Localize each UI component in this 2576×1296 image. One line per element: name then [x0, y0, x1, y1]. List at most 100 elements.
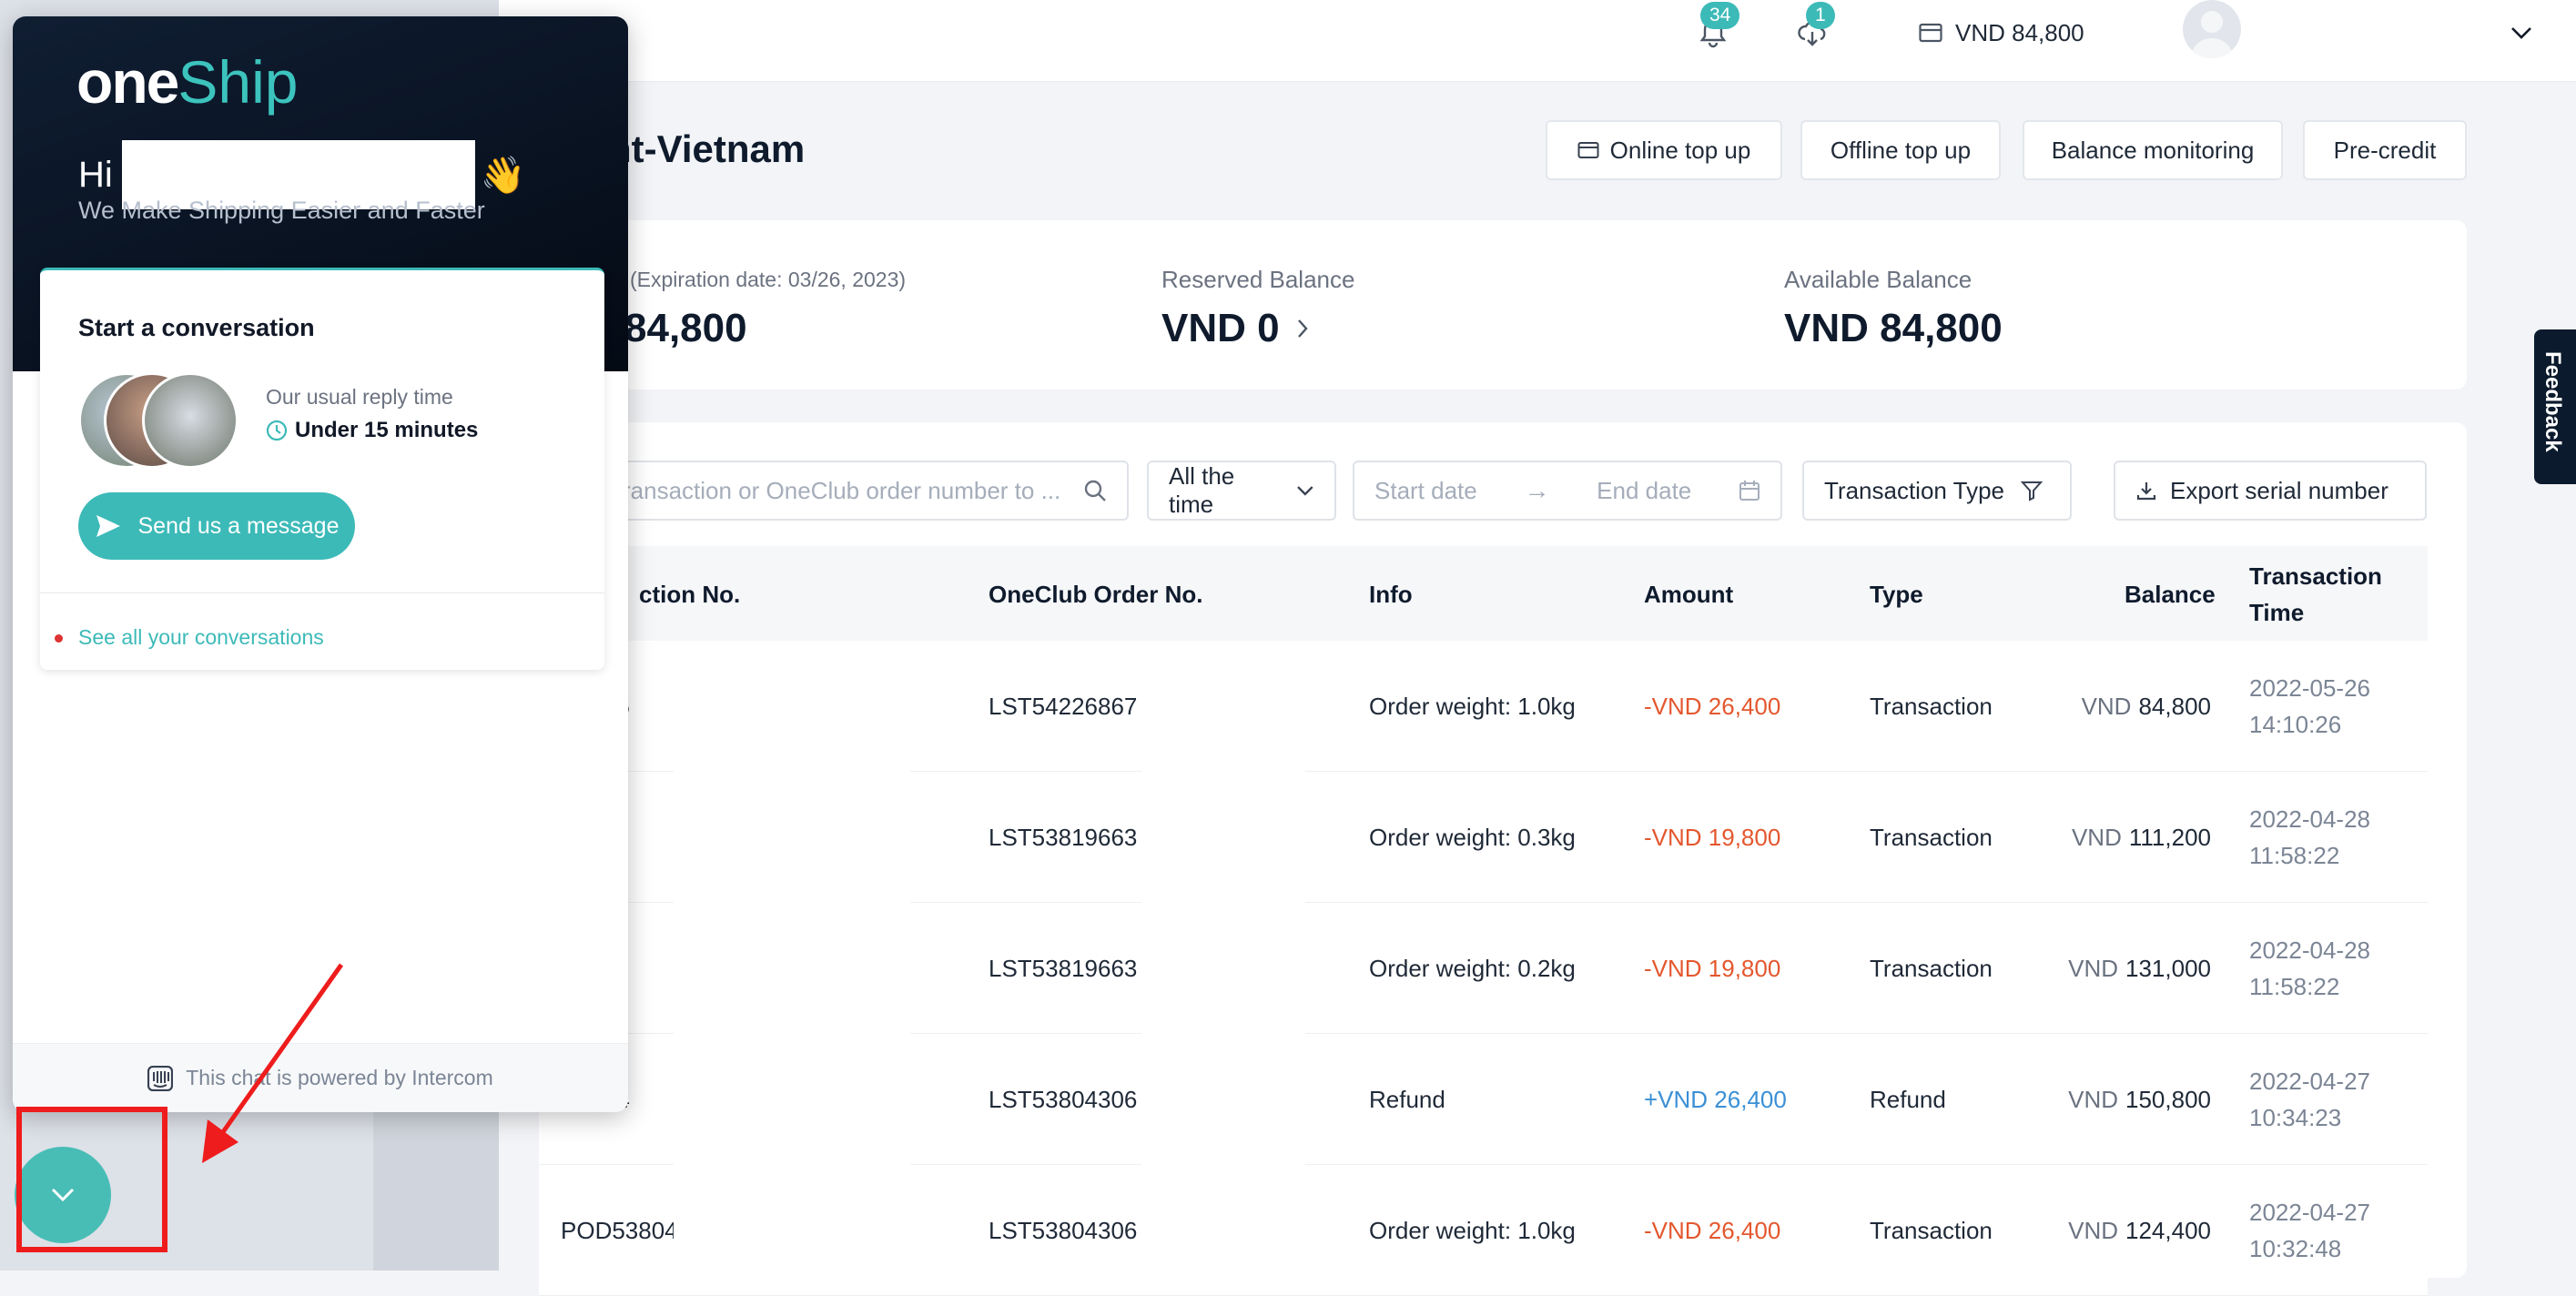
- clock-icon: [266, 420, 288, 441]
- currency: VND: [2081, 692, 2132, 720]
- time-range-value: All the time: [1169, 462, 1235, 518]
- balance-amount: 131,000: [2125, 954, 2211, 982]
- tagline: We Make Shipping Easier and Faster: [78, 197, 485, 224]
- balance-monitoring-label: Balance monitoring: [2051, 136, 2255, 164]
- currency: VND: [2068, 1216, 2119, 1244]
- wallet-icon: [1919, 23, 1942, 43]
- time: 10:32:48: [2249, 1235, 2342, 1262]
- col-info: Info: [1369, 581, 1413, 608]
- date: 2022-04-28: [2249, 805, 2370, 833]
- type: Transaction: [1870, 692, 1993, 720]
- wallet-balance[interactable]: VND 84,800: [1919, 0, 2084, 66]
- notifications-badge: 34: [1700, 2, 1740, 29]
- info: Order weight: 1.0kg: [1369, 692, 1576, 720]
- order-no: LST53804306: [989, 1216, 1138, 1244]
- currency: VND: [2068, 954, 2119, 982]
- amount: -VND 26,400: [1644, 1216, 1781, 1244]
- online-top-up-button[interactable]: Online top up: [1546, 120, 1782, 180]
- table-header: ction No. OneClub Order No. Info Amount …: [539, 546, 2428, 641]
- transaction-time: 2022-04-27 10:32:48: [2249, 1165, 2370, 1296]
- info: Order weight: 1.0kg: [1369, 1216, 1576, 1244]
- see-all-conversations-link[interactable]: See all your conversations: [78, 625, 324, 650]
- annotation-highlight-box: [16, 1107, 167, 1252]
- greeting-text: Hi: [78, 154, 113, 195]
- transaction-no: POD53804: [561, 1216, 678, 1244]
- user-avatar[interactable]: [2183, 0, 2241, 58]
- balance: VND 131,000: [2068, 903, 2211, 1034]
- reply-time: Under 15 minutes: [266, 418, 478, 443]
- reserved-balance-value: VND 0: [1161, 306, 1280, 350]
- search-input[interactable]: ransaction or OneClub order number to ..…: [601, 461, 1129, 521]
- account-menu-toggle[interactable]: [2510, 0, 2532, 66]
- wallet-balance-text: VND 84,800: [1955, 18, 2084, 46]
- type: Transaction: [1870, 1216, 1993, 1244]
- balance-amount: 124,400: [2125, 1216, 2211, 1244]
- divider: [40, 592, 604, 593]
- amount: -VND 26,400: [1644, 692, 1781, 720]
- feedback-tab[interactable]: Feedback: [2534, 329, 2576, 484]
- col-type: Type: [1870, 581, 1923, 608]
- transaction-time: 2022-04-27 10:34:23: [2249, 1034, 2370, 1165]
- transaction-time: 2022-05-26 14:10:26: [2249, 641, 2370, 772]
- type: Refund: [1870, 1085, 1946, 1113]
- start-conversation-card: Start a conversation Our usual reply tim…: [40, 268, 604, 670]
- type: Transaction: [1870, 823, 1993, 851]
- filter-icon: [2021, 481, 2043, 501]
- order-no: LST54226867: [989, 692, 1138, 720]
- calendar-icon: [1739, 481, 1760, 501]
- current-balance-value: 84,800: [624, 306, 747, 350]
- redaction-mask: [674, 701, 910, 1265]
- transaction-time: 2022-04-28 11:58:22: [2249, 772, 2370, 903]
- balance: VND 111,200: [2072, 772, 2211, 903]
- balance-amount: 111,200: [2128, 823, 2211, 851]
- chevron-right-icon: [1297, 319, 1308, 338]
- col-transaction-time-line2: Time: [2249, 599, 2305, 626]
- oneship-logo: oneShip: [76, 47, 298, 116]
- redaction-mask: [1141, 673, 1305, 1274]
- card-icon: [1577, 142, 1599, 158]
- order-no: LST53819663: [989, 954, 1138, 982]
- export-serial-number-button[interactable]: Export serial number: [2114, 461, 2427, 521]
- available-balance-value: VND 84,800: [1784, 306, 2003, 350]
- downloads-badge: 1: [1806, 2, 1835, 29]
- currency: VND: [2071, 823, 2122, 851]
- info: Order weight: 0.2kg: [1369, 954, 1576, 982]
- offline-top-up-button[interactable]: Offline top up: [1800, 120, 2001, 180]
- chevron-down-icon: [2511, 27, 2531, 39]
- send-icon: [96, 515, 120, 537]
- info: Order weight: 0.3kg: [1369, 823, 1576, 851]
- online-top-up-label: Online top up: [1609, 136, 1751, 164]
- info: Refund: [1369, 1085, 1445, 1113]
- team-avatar: [142, 372, 238, 469]
- time-range-select[interactable]: All the time: [1147, 461, 1336, 521]
- reply-time-label: Our usual reply time: [266, 385, 453, 409]
- send-message-button[interactable]: Send us a message: [78, 492, 355, 560]
- pre-credit-button[interactable]: Pre-credit: [2303, 120, 2467, 180]
- time: 11:58:22: [2249, 973, 2340, 1000]
- pre-credit-label: Pre-credit: [2333, 136, 2437, 164]
- logo-one: one: [76, 48, 179, 116]
- balance-monitoring-button[interactable]: Balance monitoring: [2023, 120, 2283, 180]
- export-label: Export serial number: [2170, 476, 2388, 504]
- date-range-picker[interactable]: Start date → End date: [1353, 461, 1782, 521]
- send-message-label: Send us a message: [137, 512, 340, 539]
- start-date-placeholder: Start date: [1374, 476, 1477, 504]
- conversation-title: Start a conversation: [78, 314, 315, 341]
- balance: VND 124,400: [2068, 1165, 2211, 1296]
- feedback-label: Feedback: [2541, 351, 2565, 452]
- amount: -VND 19,800: [1644, 954, 1781, 982]
- transaction-type-label: Transaction Type: [1824, 476, 2004, 504]
- balance-amount: 84,800: [2138, 692, 2211, 720]
- col-transaction-no: ction No.: [639, 581, 741, 608]
- order-no: LST53819663: [989, 823, 1138, 851]
- order-no: LST53804306: [989, 1085, 1138, 1113]
- transaction-type-filter[interactable]: Transaction Type: [1802, 461, 2072, 521]
- time: 10:34:23: [2249, 1104, 2342, 1131]
- date: 2022-04-27: [2249, 1199, 2370, 1226]
- available-balance-label: Available Balance: [1784, 266, 1973, 293]
- type: Transaction: [1870, 954, 1993, 982]
- amount: +VND 26,400: [1644, 1085, 1787, 1113]
- search-icon: [1084, 480, 1106, 501]
- date: 2022-04-27: [2249, 1068, 2370, 1095]
- reserved-balance-link[interactable]: VND 0: [1161, 306, 1309, 351]
